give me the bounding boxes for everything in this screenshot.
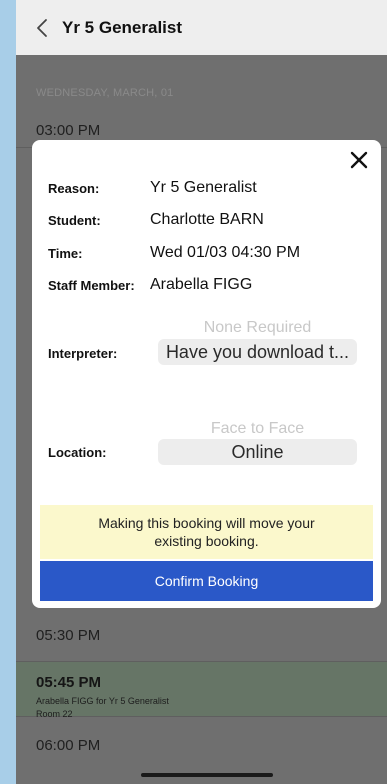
location-picker[interactable]: Online: [158, 439, 357, 465]
time-slot-row[interactable]: 05:30 PM: [16, 612, 387, 662]
time-label: Time:: [48, 246, 83, 261]
close-icon[interactable]: [349, 150, 369, 170]
time-slot-label: 05:45 PM: [36, 674, 102, 691]
time-slot-label: 03:00 PM: [36, 122, 101, 139]
reason-value: Yr 5 Generalist: [150, 179, 257, 196]
student-label: Student:: [48, 213, 101, 228]
student-value: Charlotte BARN: [150, 211, 264, 228]
location-option[interactable]: Face to Face: [158, 420, 357, 438]
chevron-left-icon[interactable]: [32, 17, 54, 39]
location-label: Location:: [48, 445, 107, 460]
move-booking-notice: Making this booking will move your exist…: [40, 505, 373, 559]
notice-line: Making this booking will move your: [98, 515, 315, 531]
interpreter-option[interactable]: None Required: [158, 319, 357, 337]
booking-dialog: Reason: Yr 5 Generalist Student: Charlot…: [32, 140, 381, 608]
time-slot-label: 05:30 PM: [36, 627, 101, 644]
time-value: Wed 01/03 04:30 PM: [150, 244, 301, 261]
booked-time-slot-row[interactable]: 05:45 PM Arabella FIGG for Yr 5 Generali…: [16, 662, 387, 719]
staff-member-label: Staff Member:: [48, 278, 135, 293]
confirm-booking-button[interactable]: Confirm Booking: [40, 561, 373, 601]
page-title: Yr 5 Generalist: [62, 17, 183, 37]
interpreter-picker[interactable]: Have you download t...: [158, 339, 357, 365]
notice-line: existing booking.: [154, 533, 259, 549]
interpreter-label: Interpreter:: [48, 346, 118, 361]
time-slot-label: 06:00 PM: [36, 737, 101, 754]
home-indicator: [141, 773, 273, 777]
reason-label: Reason:: [48, 181, 100, 196]
date-header: WEDNESDAY, MARCH, 01: [36, 87, 174, 99]
booking-detail: Arabella FIGG for Yr 5 Generalist: [36, 696, 169, 706]
nav-bar: Yr 5 Generalist: [16, 0, 387, 55]
staff-member-value: Arabella FIGG: [150, 276, 253, 293]
